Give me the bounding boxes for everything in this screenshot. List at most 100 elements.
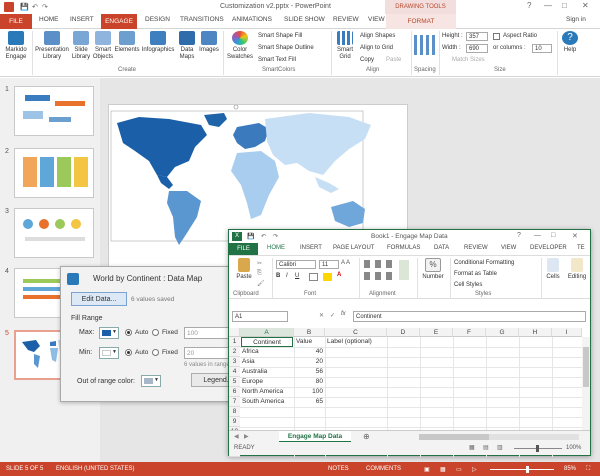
cell-continent[interactable]: Africa [242, 347, 294, 357]
match-sizes-button[interactable]: Match Sizes [452, 57, 485, 63]
editing-button[interactable]: Editing [565, 258, 589, 281]
excel-tab-data[interactable]: DATA [434, 245, 449, 251]
maximize-button[interactable]: □ [551, 232, 555, 239]
cell-continent[interactable]: North America [242, 387, 294, 397]
tab-format[interactable]: FORMAT [386, 14, 456, 29]
width-input[interactable]: 690 [466, 44, 488, 53]
help-icon[interactable]: ? [517, 232, 521, 239]
scrollbar-thumb[interactable] [419, 434, 489, 440]
cell-value[interactable]: 100 [294, 387, 323, 397]
cell-header[interactable]: Label (optional) [327, 337, 387, 347]
excel-tab-review[interactable]: REVIEW [464, 245, 488, 251]
add-sheet-icon[interactable]: ⊕ [363, 432, 370, 441]
select-all-corner[interactable] [229, 328, 240, 337]
font-color-icon[interactable]: A [337, 272, 341, 278]
column-header[interactable]: F [453, 328, 486, 337]
column-header[interactable]: I [552, 328, 582, 337]
excel-tab-home[interactable]: HOME [267, 245, 285, 251]
max-color-picker[interactable]: ▼ [99, 327, 119, 339]
column-header[interactable]: G [486, 328, 519, 337]
row-header[interactable]: 8 [229, 407, 240, 417]
spacing-icon[interactable] [414, 35, 436, 55]
minimize-button[interactable]: — [534, 232, 541, 239]
infographics-button[interactable]: Infographics [140, 31, 176, 54]
language-indicator[interactable]: ENGLISH (UNITED STATES) [56, 466, 134, 472]
smart-shape-outline-button[interactable]: Smart Shape Outline [258, 45, 314, 51]
presentation-library-button[interactable]: Presentation Library [34, 31, 70, 61]
align-shapes-button[interactable]: Align Shapes [360, 33, 395, 39]
font-size-select[interactable]: 11 [319, 260, 339, 269]
row-header[interactable]: 4 [229, 367, 240, 377]
slide-library-button[interactable]: Slide Library [70, 31, 92, 61]
help-icon[interactable]: ? [527, 1, 531, 10]
slide-thumbnail[interactable] [14, 86, 94, 136]
format-as-table-button[interactable]: Format as Table [454, 271, 497, 277]
cell-value[interactable]: 20 [294, 357, 323, 367]
maximize-button[interactable]: □ [562, 1, 567, 10]
close-button[interactable]: ✕ [572, 232, 578, 240]
vertical-align-icons[interactable] [364, 260, 396, 268]
sheet-next-icon[interactable]: ▶ [244, 433, 249, 440]
cell-value[interactable]: 56 [294, 367, 323, 377]
row-header[interactable]: 9 [229, 417, 240, 427]
data-maps-button[interactable]: Data Maps [177, 31, 197, 61]
horizontal-align-icons[interactable] [364, 272, 396, 280]
formula-input[interactable]: Continent [353, 311, 586, 322]
font-grow-icon[interactable]: A A [341, 260, 350, 266]
excel-tab-file[interactable]: FILE [229, 243, 258, 255]
function-icon[interactable]: fx [341, 311, 346, 317]
min-fixed-radio[interactable] [152, 349, 159, 356]
column-header[interactable]: E [420, 328, 453, 337]
cell-value[interactable]: 40 [294, 347, 323, 357]
zoom-slider[interactable] [514, 445, 562, 452]
excel-tab-formulas[interactable]: FORMULAS [387, 245, 420, 251]
row-header[interactable]: 1 [229, 337, 240, 347]
reading-view-icon[interactable]: ▭ [456, 466, 462, 473]
smart-shape-fill-button[interactable]: Smart Shape Fill [258, 33, 302, 39]
markido-engage-button[interactable]: Markido Engage [2, 31, 30, 61]
row-header[interactable]: 6 [229, 387, 240, 397]
cells-button[interactable]: Cells [543, 258, 563, 281]
sheet-prev-icon[interactable]: ◀ [234, 433, 239, 440]
row-header[interactable]: 3 [229, 357, 240, 367]
column-header[interactable]: C [325, 328, 387, 337]
italic-button[interactable]: I [286, 273, 288, 279]
cell-a1-selected[interactable]: Continent [241, 337, 293, 347]
paste-button[interactable]: Paste [386, 57, 401, 63]
slide-sorter-icon[interactable]: ▦ [440, 466, 446, 473]
view-page-break-icon[interactable]: ▥ [497, 444, 503, 451]
fit-to-window-icon[interactable]: ⛶ [586, 466, 590, 473]
borders-icon[interactable] [309, 273, 318, 281]
view-normal-icon[interactable]: ▦ [469, 444, 475, 451]
height-input[interactable]: 357 [466, 32, 488, 41]
number-format-button[interactable]: % Number [420, 258, 446, 281]
horizontal-scrollbar[interactable] [419, 434, 579, 440]
tab-review[interactable]: REVIEW [333, 16, 359, 23]
tab-engage[interactable]: ENGAGE [101, 14, 137, 29]
vertical-scrollbar[interactable] [582, 337, 590, 430]
cell-continent[interactable]: Europe [242, 377, 294, 387]
tab-home[interactable]: HOME [39, 16, 59, 23]
undo-icon[interactable]: ↶ [32, 3, 38, 11]
tab-view[interactable]: VIEW [368, 16, 385, 23]
minimize-button[interactable]: — [544, 1, 552, 10]
zoom-slider-thumb[interactable] [526, 466, 529, 473]
elements-button[interactable]: Elements [114, 31, 140, 54]
row-header[interactable]: 2 [229, 347, 240, 357]
max-auto-radio[interactable] [125, 329, 132, 336]
excel-tab-te[interactable]: TE [577, 245, 585, 251]
scrollbar-thumb[interactable] [583, 347, 589, 387]
tab-design[interactable]: DESIGN [145, 16, 170, 23]
smart-grid-button[interactable]: Smart Grid [333, 31, 357, 61]
cell-value[interactable]: 80 [294, 377, 323, 387]
tab-insert[interactable]: INSERT [70, 16, 94, 23]
normal-view-icon[interactable]: ▣ [424, 466, 430, 473]
copy-icon[interactable]: ⎘ [257, 270, 262, 277]
bold-button[interactable]: B [276, 273, 280, 279]
zoom-slider[interactable] [490, 466, 554, 473]
column-header[interactable]: B [294, 328, 325, 337]
row-header[interactable]: 7 [229, 397, 240, 407]
out-of-range-color-picker[interactable]: ▼ [141, 375, 161, 387]
slide-show-icon[interactable]: ▷ [472, 466, 477, 473]
cut-icon[interactable]: ✂ [257, 260, 262, 267]
